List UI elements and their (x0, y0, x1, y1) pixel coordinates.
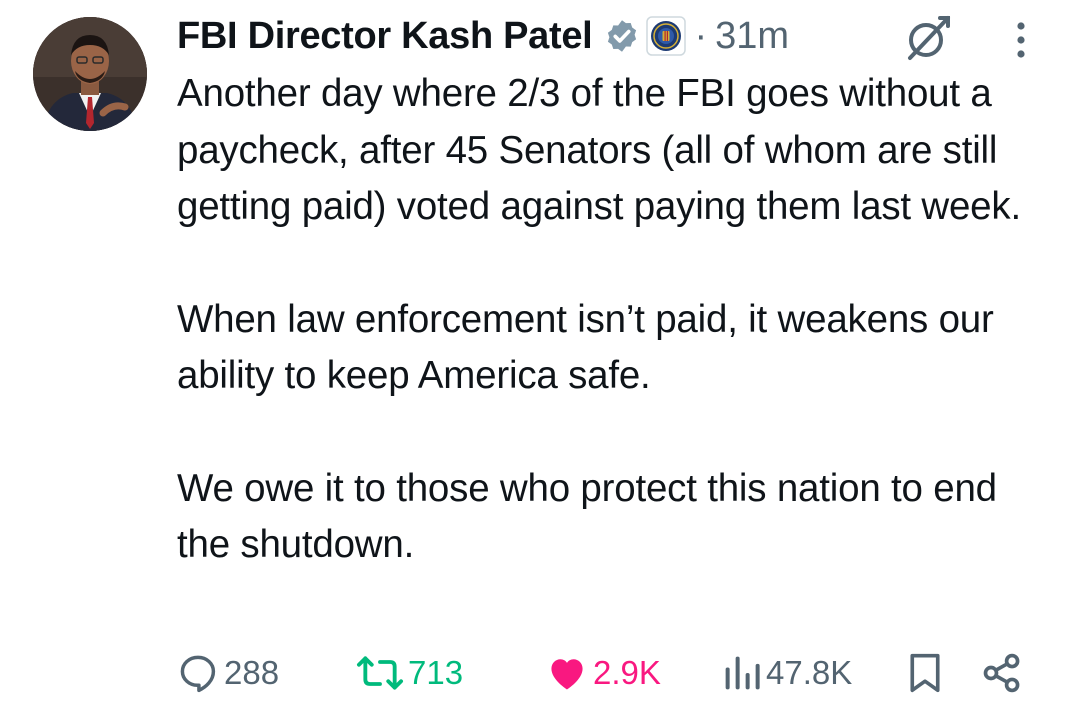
tweet-paragraph: We owe it to those who protect this nati… (177, 466, 997, 567)
repost-count: 713 (408, 654, 464, 691)
tweet-paragraph: When law enforcement isn’t paid, it weak… (177, 297, 994, 398)
repost-icon (356, 656, 404, 690)
bookmark-button[interactable] (905, 645, 945, 701)
tweet-paragraph: Another day where 2/3 of the FBI goes wi… (177, 72, 1021, 228)
more-options-icon[interactable] (1006, 18, 1036, 62)
like-count: 2.9K (593, 654, 661, 691)
timestamp[interactable]: 31m (715, 15, 789, 58)
reply-count: 288 (224, 654, 280, 691)
avatar-photo (33, 17, 147, 131)
views-button[interactable]: 47.8K (722, 645, 852, 701)
avatar[interactable] (33, 17, 147, 131)
tweet-header: FBI Director Kash Patel · 31m (177, 10, 789, 62)
view-count: 47.8K (766, 654, 853, 691)
repost-button[interactable]: 713 (356, 645, 463, 701)
action-bar: 288 713 2.9K 47.8K (0, 645, 1080, 701)
reply-icon (180, 655, 216, 693)
separator-dot: · (694, 14, 708, 57)
reply-button[interactable]: 288 (176, 645, 279, 701)
share-icon (983, 653, 1020, 693)
tweet-card[interactable]: FBI Director Kash Patel · 31m Another da… (0, 0, 1080, 715)
tweet-text: Another day where 2/3 of the FBI goes wi… (177, 66, 1057, 574)
heart-icon (551, 659, 583, 690)
views-icon (725, 656, 760, 690)
fbi-seal-icon[interactable] (646, 16, 687, 56)
grok-icon[interactable] (900, 10, 956, 66)
verified-badge-icon[interactable] (604, 18, 640, 54)
author-name[interactable]: FBI Director Kash Patel (177, 15, 593, 58)
like-button[interactable]: 2.9K (545, 645, 661, 701)
bookmark-icon (910, 653, 940, 693)
share-button[interactable] (980, 645, 1024, 701)
